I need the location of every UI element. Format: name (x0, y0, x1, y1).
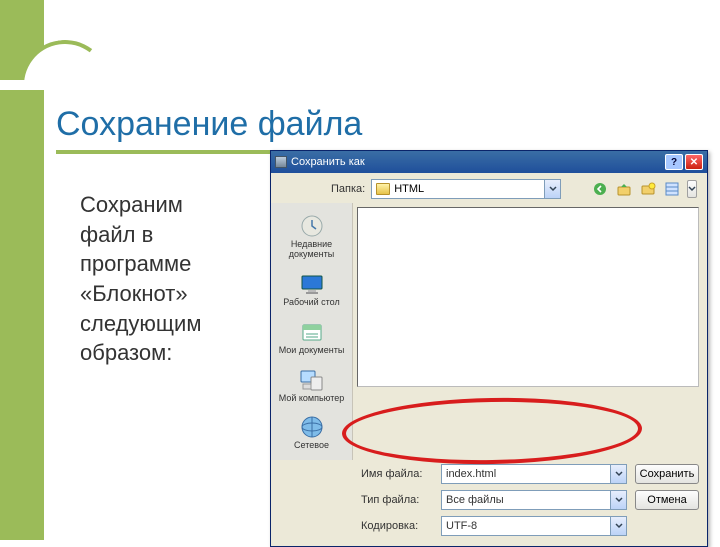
chevron-down-icon[interactable] (610, 517, 626, 535)
help-button[interactable]: ? (665, 154, 683, 170)
folder-value: HTML (394, 183, 424, 195)
place-desktop[interactable]: Рабочий стол (281, 267, 342, 311)
views-dropdown[interactable] (687, 180, 697, 198)
folder-combo[interactable]: HTML (371, 179, 561, 199)
save-icon (275, 156, 287, 168)
desktop-icon (297, 270, 327, 298)
mydocs-icon (297, 318, 327, 346)
place-network[interactable]: Сетевое (292, 410, 331, 454)
places-bar: Недавние документы Рабочий стол Мои доку… (271, 203, 353, 460)
save-as-dialog: Сохранить как ? ✕ Папка: HTML (270, 150, 708, 547)
up-icon[interactable] (615, 180, 633, 198)
folder-icon (376, 183, 390, 195)
dialog-title: Сохранить как (291, 156, 365, 168)
new-folder-icon[interactable] (639, 180, 657, 198)
views-icon[interactable] (663, 180, 681, 198)
chevron-down-icon[interactable] (610, 465, 626, 483)
place-computer[interactable]: Мой компьютер (277, 363, 347, 407)
recent-icon (297, 212, 327, 240)
slide-body-text: Сохраним файл в программе «Блокнот» след… (80, 190, 240, 368)
cancel-button[interactable]: Отмена (635, 490, 699, 510)
save-button[interactable]: Сохранить (635, 464, 699, 484)
network-icon (297, 413, 327, 441)
chevron-down-icon[interactable] (544, 180, 560, 198)
back-icon[interactable] (591, 180, 609, 198)
folder-label: Папка: (331, 183, 365, 195)
close-button[interactable]: ✕ (685, 154, 703, 170)
filetype-combo[interactable]: Все файлы (441, 490, 627, 510)
file-list-pane[interactable] (357, 207, 699, 387)
dialog-titlebar[interactable]: Сохранить как ? ✕ (271, 151, 707, 173)
place-recent[interactable]: Недавние документы (273, 209, 350, 263)
dialog-topbar: Папка: HTML (271, 173, 707, 203)
slide-title: Сохранение файла (56, 105, 362, 144)
place-mydocs[interactable]: Мои документы (277, 315, 347, 359)
encoding-label: Кодировка: (361, 520, 433, 532)
computer-icon (296, 366, 326, 394)
encoding-combo[interactable]: UTF-8 (441, 516, 627, 536)
filename-input[interactable]: index.html (441, 464, 627, 484)
chevron-down-icon[interactable] (610, 491, 626, 509)
filename-label: Имя файла: (361, 468, 433, 480)
filetype-label: Тип файла: (361, 494, 433, 506)
